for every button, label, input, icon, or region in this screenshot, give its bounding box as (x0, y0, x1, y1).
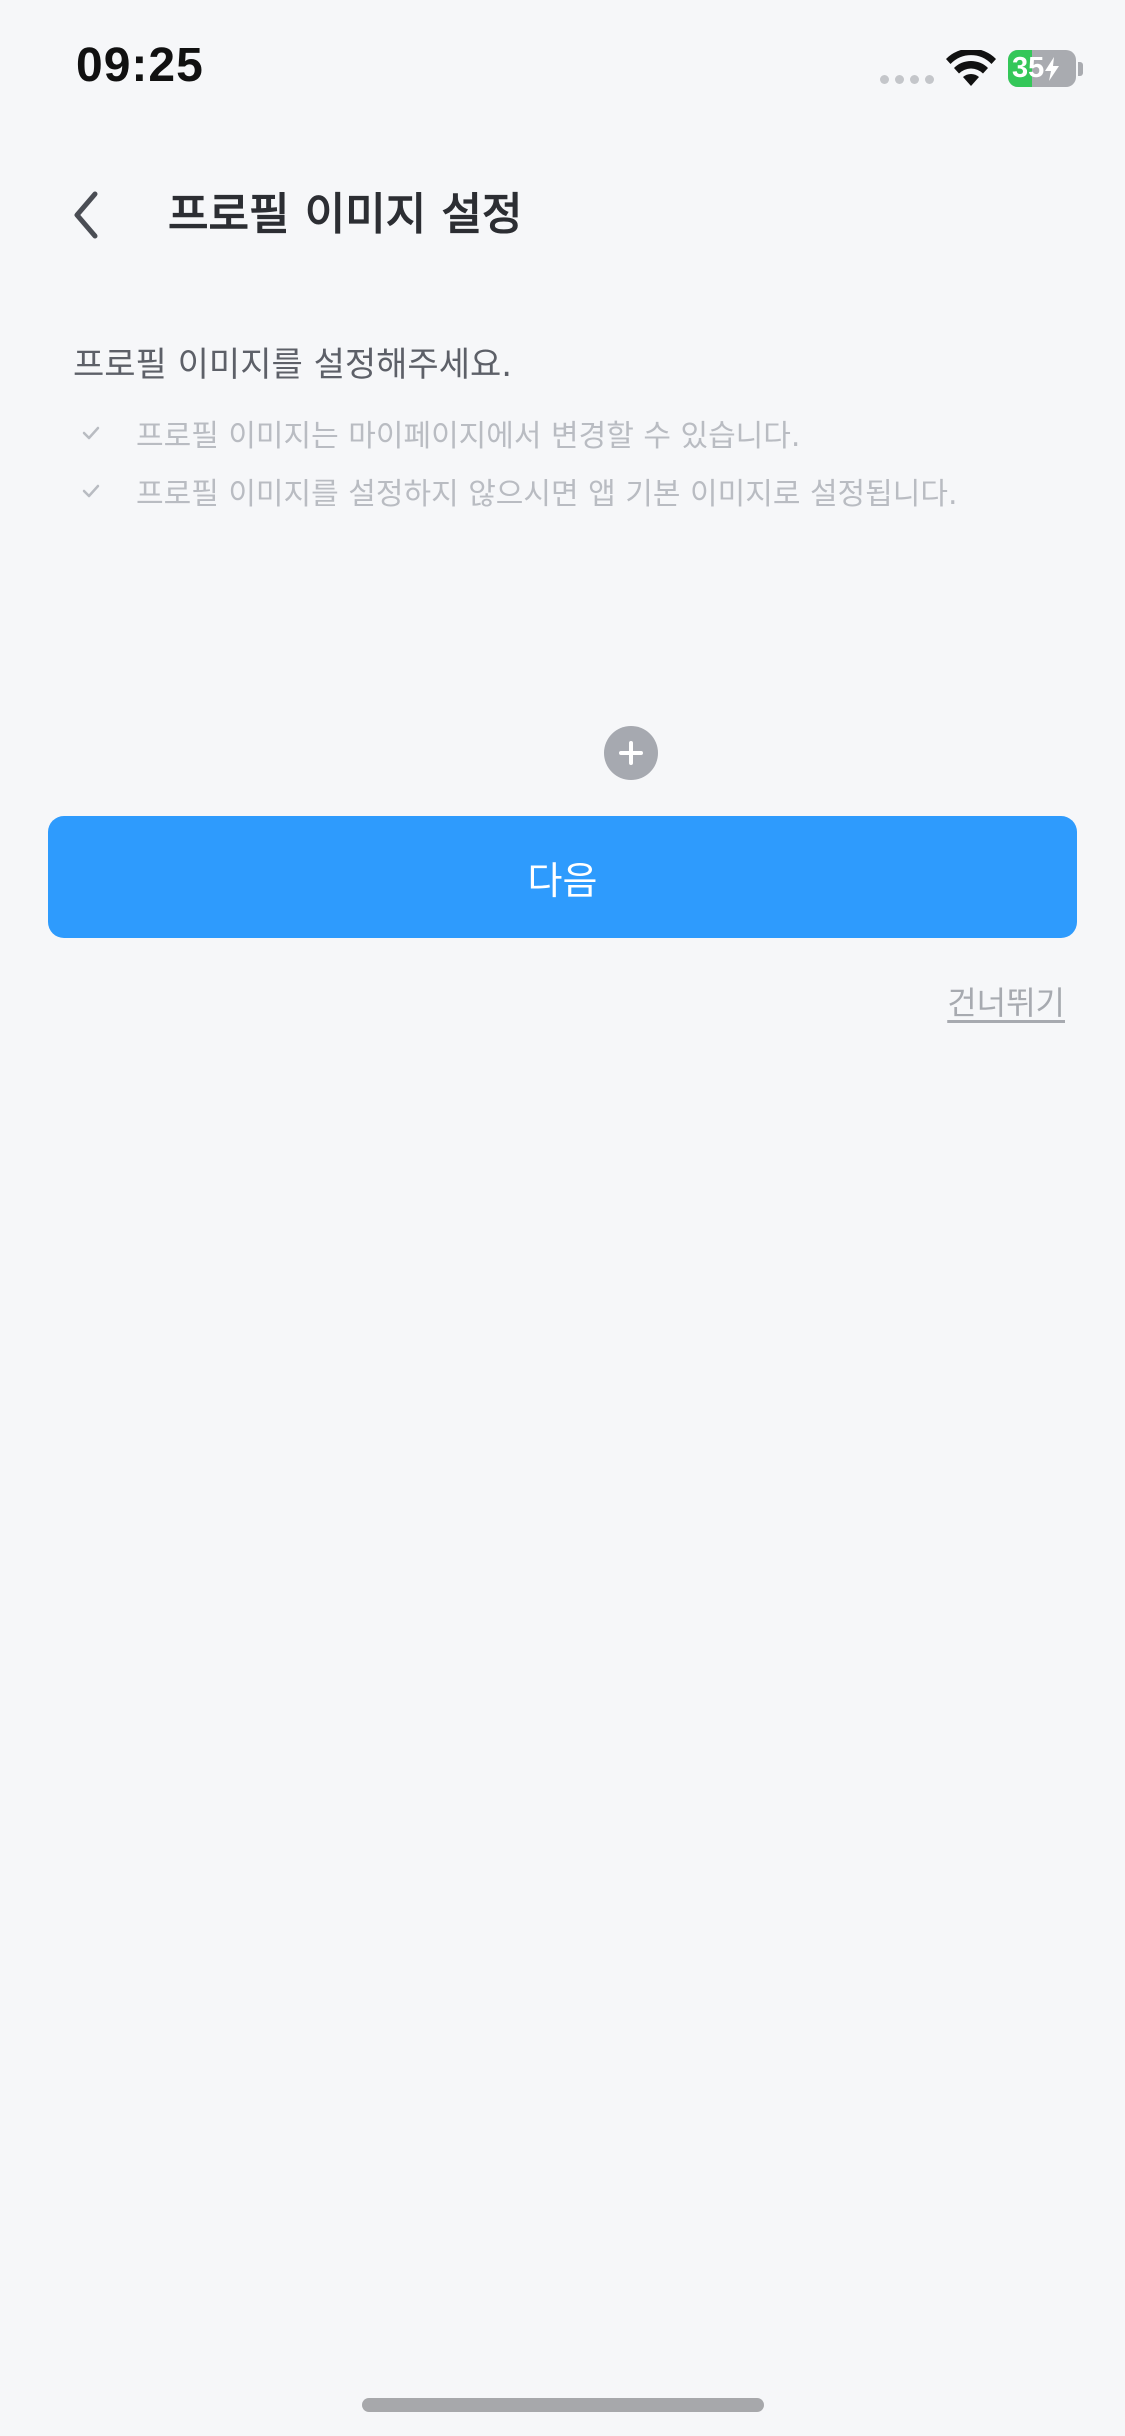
check-icon (80, 422, 102, 444)
skip-link[interactable]: 건너뛰기 (947, 978, 1065, 1024)
wifi-icon (946, 50, 996, 86)
note-item: 프로필 이미지는 마이페이지에서 변경할 수 있습니다. (80, 404, 958, 462)
plus-icon (619, 741, 643, 765)
note-text: 프로필 이미지는 마이페이지에서 변경할 수 있습니다. (136, 419, 801, 454)
status-bar: 09:25 35 (0, 0, 1125, 140)
battery-level-text: 35 (1012, 52, 1045, 84)
back-button[interactable] (56, 180, 116, 250)
intro-text: 프로필 이미지를 설정해주세요. (73, 345, 513, 385)
note-text: 프로필 이미지를 설정하지 않으시면 앱 기본 이미지로 설정됩니다. (136, 477, 958, 512)
battery-icon: 35 (1008, 50, 1076, 87)
cellular-signal-icon (880, 75, 934, 84)
notes-list: 프로필 이미지는 마이페이지에서 변경할 수 있습니다. 프로필 이미지를 설정… (80, 404, 958, 520)
add-profile-image-button[interactable] (604, 726, 658, 780)
battery-cap (1078, 62, 1083, 76)
charging-bolt-icon (1045, 56, 1060, 81)
note-item: 프로필 이미지를 설정하지 않으시면 앱 기본 이미지로 설정됩니다. (80, 462, 958, 520)
home-indicator (362, 2398, 764, 2412)
navigation-bar: 프로필 이미지 설정 (0, 160, 1125, 270)
check-icon (80, 480, 102, 502)
page-title: 프로필 이미지 설정 (168, 189, 523, 240)
chevron-left-icon (74, 191, 98, 239)
status-time: 09:25 (76, 39, 204, 92)
next-button[interactable]: 다음 (48, 816, 1077, 938)
